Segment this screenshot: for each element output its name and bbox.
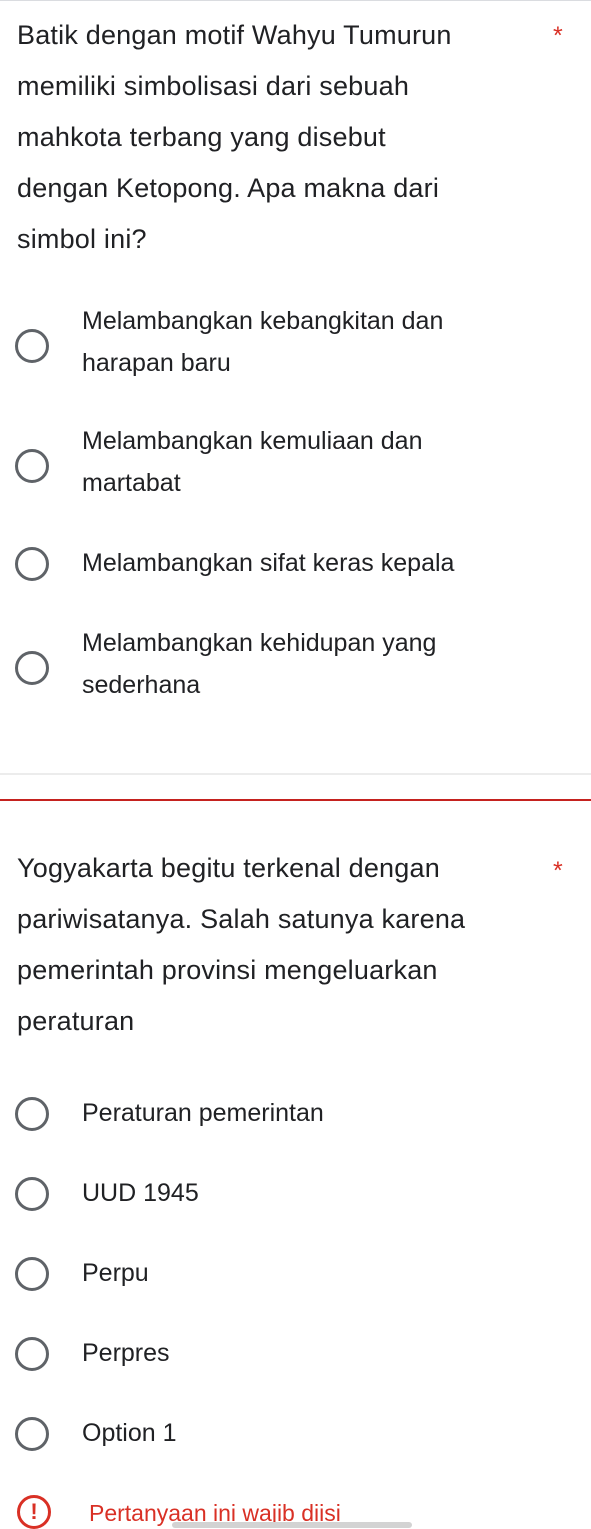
option-label[interactable]: Melambangkan sifat keras kepala	[82, 542, 552, 584]
form-page: Batik dengan motif Wahyu Tumurun memilik…	[0, 0, 591, 1529]
option-label-line: Melambangkan kebangkitan dan	[82, 307, 444, 335]
question-title: Yogyakarta begitu terkenal dengan pariwi…	[17, 843, 527, 1047]
radio-unchecked-icon[interactable]	[15, 1337, 49, 1371]
required-asterisk: *	[553, 857, 563, 885]
option-label[interactable]: Melambangkan kehidupan yang sederhana	[82, 622, 552, 706]
section-divider	[0, 773, 591, 775]
option-label-line: sederhana	[82, 671, 201, 699]
question-title-line: dengan Ketopong. Apa makna dari	[17, 173, 440, 203]
radio-unchecked-icon[interactable]	[15, 1177, 49, 1211]
option-label[interactable]: Melambangkan kebangkitan dan harapan bar…	[82, 300, 552, 384]
option-label[interactable]: Perpres	[82, 1332, 552, 1374]
error-exclamation-icon: !	[17, 1495, 51, 1529]
radio-unchecked-icon[interactable]	[15, 1257, 49, 1291]
option-label[interactable]: Perpu	[82, 1252, 552, 1294]
radio-unchecked-icon[interactable]	[15, 329, 49, 363]
radio-unchecked-icon[interactable]	[15, 547, 49, 581]
option-label[interactable]: Option 1	[82, 1412, 552, 1454]
top-divider	[0, 0, 591, 1]
error-accent-line	[0, 799, 591, 801]
question-title-line: Batik dengan motif Wahyu Tumurun	[17, 20, 452, 50]
option-label[interactable]: Peraturan pemerintan	[82, 1092, 552, 1134]
question-title-line: memiliki simbolisasi dari sebuah	[17, 71, 410, 101]
option-label-line: Melambangkan sifat keras kepala	[82, 549, 455, 577]
question-title-line: pariwisatanya. Salah satunya karena	[17, 904, 466, 934]
option-label-line: Melambangkan kehidupan yang	[82, 629, 437, 657]
question-title-line: pemerintah provinsi mengeluarkan	[17, 955, 438, 985]
option-label[interactable]: UUD 1945	[82, 1172, 552, 1214]
radio-unchecked-icon[interactable]	[15, 1097, 49, 1131]
radio-unchecked-icon[interactable]	[15, 1417, 49, 1451]
option-label[interactable]: Melambangkan kemuliaan dan martabat	[82, 420, 552, 504]
option-label-line: Melambangkan kemuliaan dan	[82, 427, 423, 455]
question-title-line: peraturan	[17, 1006, 135, 1036]
radio-unchecked-icon[interactable]	[15, 449, 49, 483]
question-title-line: Yogyakarta begitu terkenal dengan	[17, 853, 440, 883]
option-label-line: harapan baru	[82, 349, 231, 377]
radio-unchecked-icon[interactable]	[15, 651, 49, 685]
question-title: Batik dengan motif Wahyu Tumurun memilik…	[17, 10, 527, 265]
option-label-line: martabat	[82, 469, 181, 497]
home-indicator[interactable]	[172, 1522, 412, 1528]
required-asterisk: *	[553, 22, 563, 50]
question-title-line: simbol ini?	[17, 224, 147, 254]
question-title-line: mahkota terbang yang disebut	[17, 122, 386, 152]
